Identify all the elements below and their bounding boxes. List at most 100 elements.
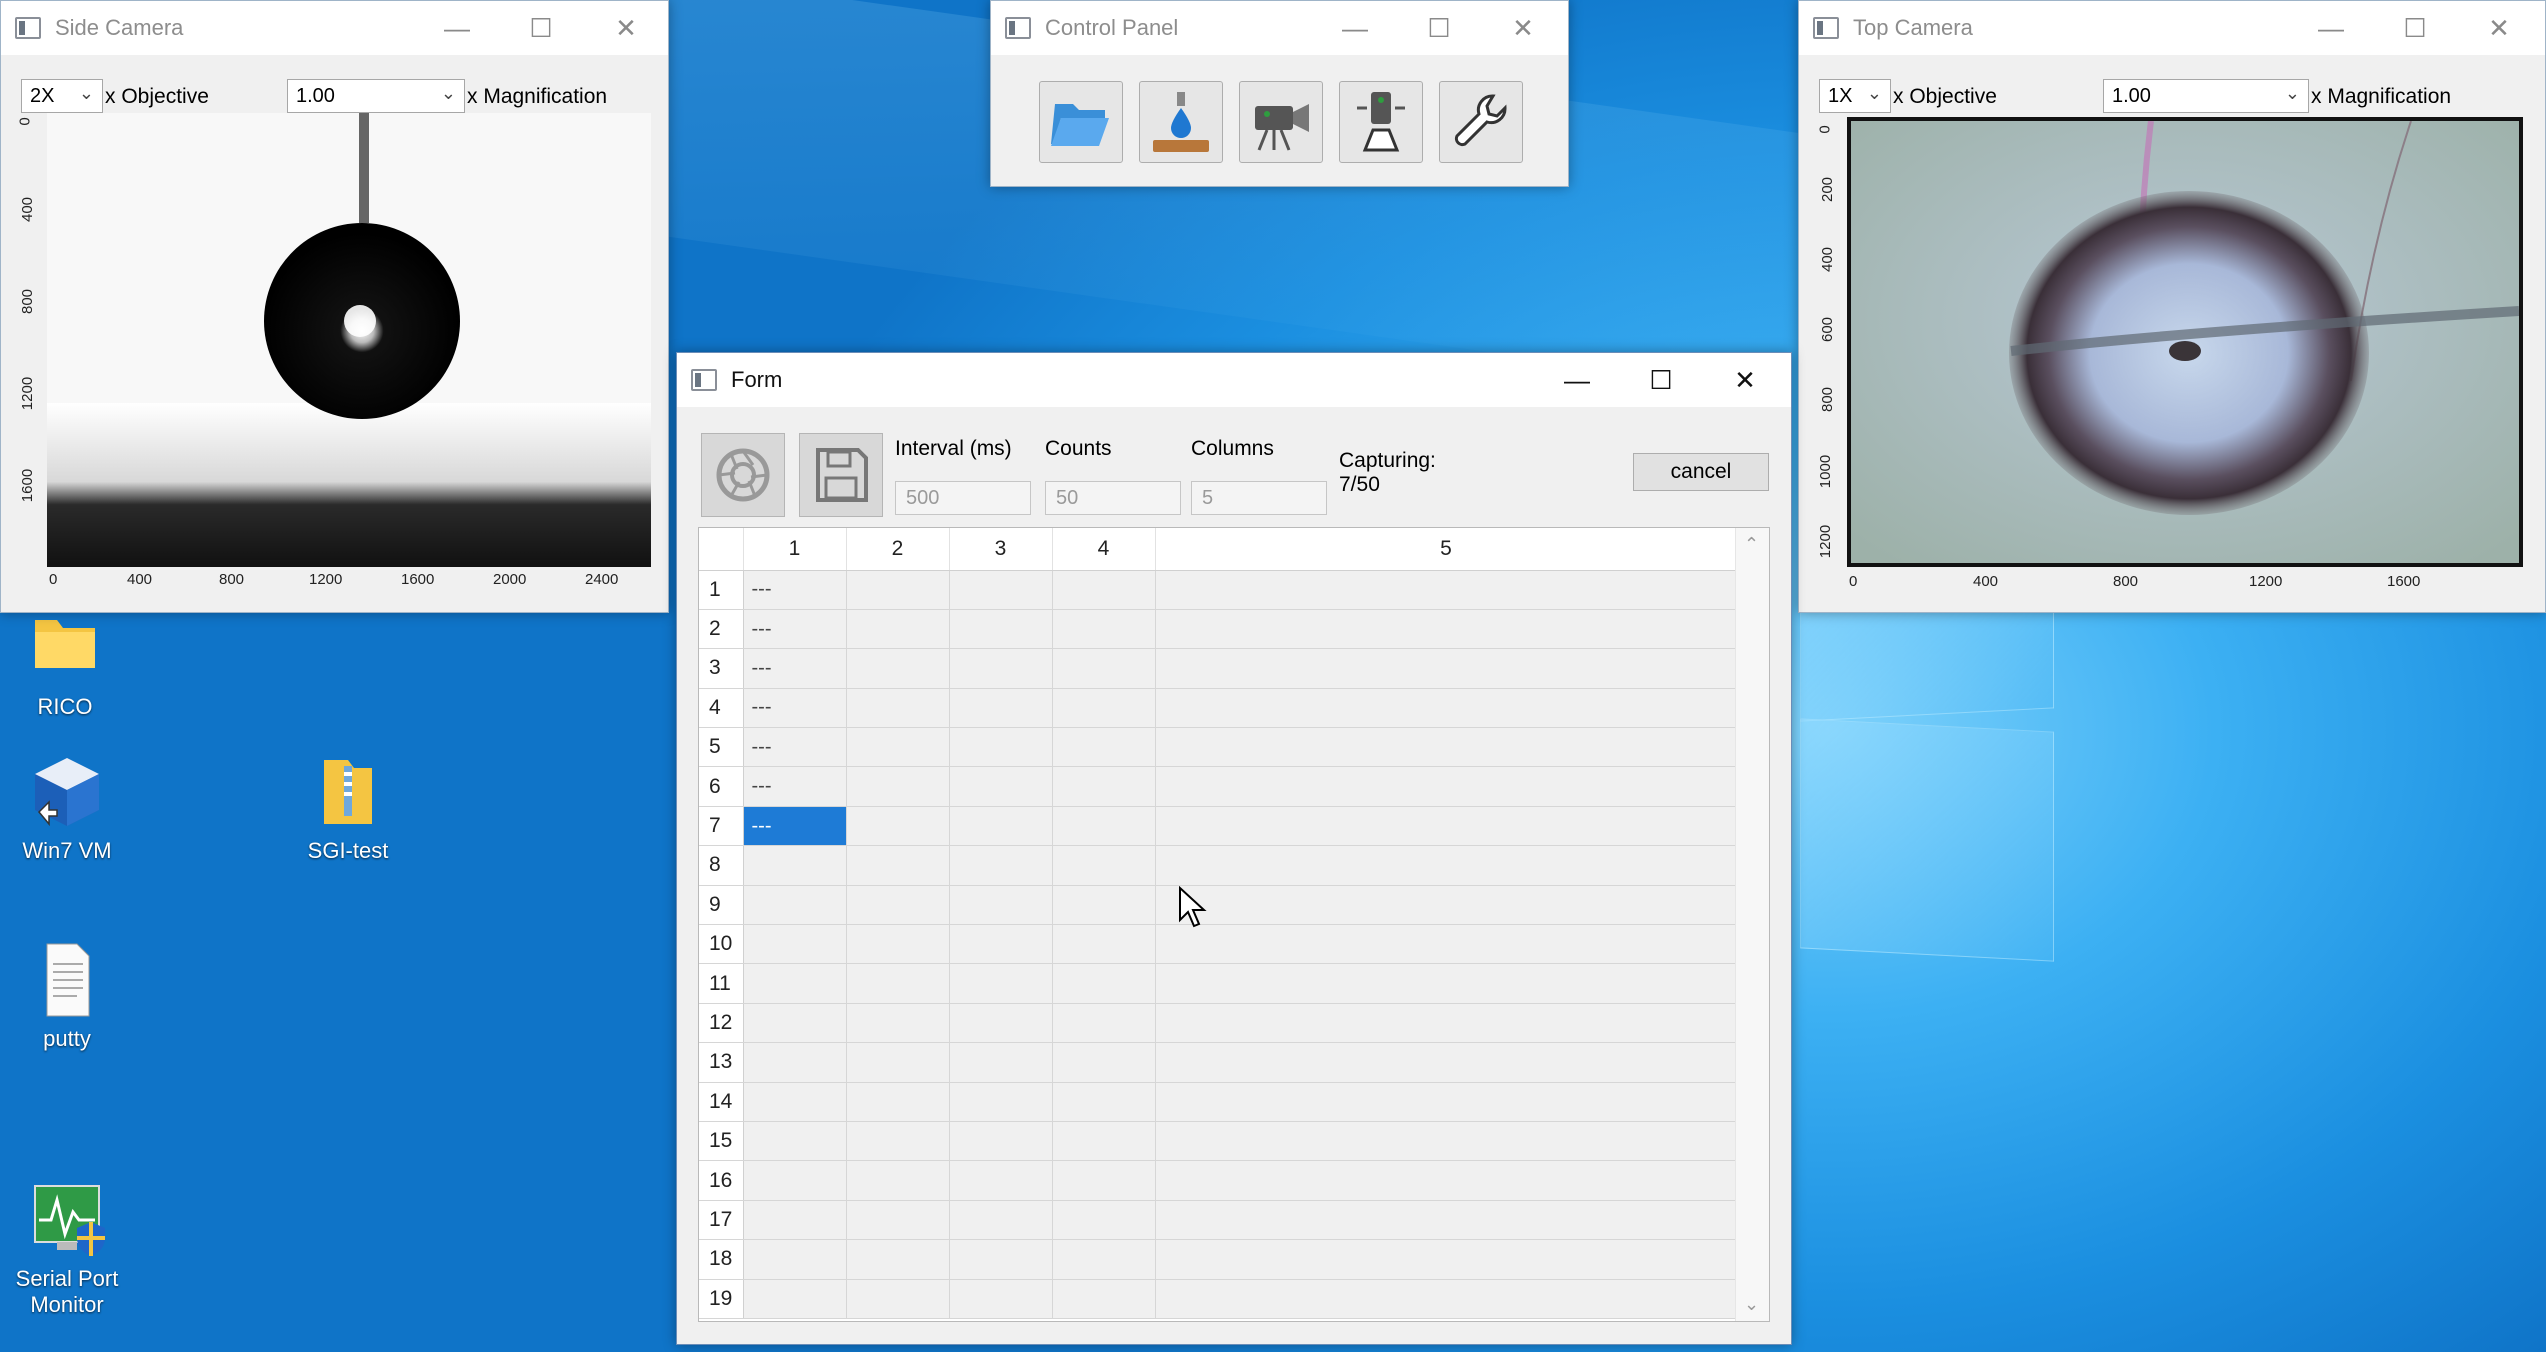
table-cell[interactable] — [1155, 1082, 1738, 1122]
table-cell[interactable] — [949, 1082, 1053, 1122]
table-row[interactable]: 17 — [699, 1200, 1738, 1241]
table-cell[interactable] — [1155, 1279, 1738, 1319]
table-cell[interactable] — [949, 885, 1053, 926]
table-cell[interactable] — [846, 1082, 950, 1122]
camera-stage-button[interactable] — [1339, 81, 1423, 163]
table-cell[interactable] — [846, 1160, 950, 1201]
table-cell[interactable] — [949, 963, 1053, 1004]
table-cell[interactable] — [1052, 1082, 1156, 1122]
row-header[interactable]: 10 — [699, 924, 744, 965]
column-header[interactable]: 3 — [949, 528, 1053, 571]
table-cell[interactable]: --- — [743, 806, 847, 847]
table-cell[interactable] — [846, 1003, 950, 1044]
table-cell[interactable] — [1155, 924, 1738, 965]
top-camera-image[interactable] — [1847, 117, 2523, 567]
table-row[interactable]: 10 — [699, 924, 1738, 965]
table-cell[interactable] — [949, 1121, 1053, 1162]
table-row[interactable]: 5 --- — [699, 727, 1738, 768]
table-row[interactable]: 4 --- — [699, 688, 1738, 729]
table-cell[interactable] — [846, 648, 950, 689]
table-row[interactable]: 7 --- — [699, 806, 1738, 847]
video-camera-button[interactable] — [1239, 81, 1323, 163]
objective-select[interactable]: 1X ⌄ — [1819, 79, 1891, 113]
close-icon[interactable]: ✕ — [1483, 1, 1563, 55]
close-icon[interactable]: ✕ — [586, 1, 666, 55]
table-row[interactable]: 18 — [699, 1239, 1738, 1280]
desktop-icon-sgi-test[interactable]: SGI-test — [283, 752, 413, 864]
counts-input[interactable]: 50 — [1045, 481, 1181, 515]
table-cell[interactable] — [1052, 1279, 1156, 1319]
table-cell[interactable] — [949, 1200, 1053, 1241]
table-cell[interactable] — [949, 924, 1053, 965]
magnification-select[interactable]: 1.00 ⌄ — [2103, 79, 2309, 113]
dispense-drop-button[interactable] — [1139, 81, 1223, 163]
top-camera-titlebar[interactable]: Top Camera — ☐ ✕ — [1799, 1, 2545, 55]
table-cell[interactable] — [1155, 1121, 1738, 1162]
table-cell[interactable] — [949, 1160, 1053, 1201]
row-header[interactable]: 9 — [699, 885, 744, 926]
column-header[interactable]: 4 — [1052, 528, 1156, 571]
table-row[interactable]: 13 — [699, 1042, 1738, 1083]
row-header[interactable]: 7 — [699, 806, 744, 847]
row-header[interactable]: 5 — [699, 727, 744, 768]
table-row[interactable]: 9 — [699, 885, 1738, 926]
table-cell[interactable] — [743, 1200, 847, 1241]
table-cell[interactable] — [846, 806, 950, 847]
row-header[interactable]: 17 — [699, 1200, 744, 1241]
table-cell[interactable] — [1052, 963, 1156, 1004]
table-cell[interactable] — [949, 845, 1053, 886]
table-row[interactable]: 12 — [699, 1003, 1738, 1044]
vertical-scrollbar[interactable]: ⌃ ⌄ — [1735, 528, 1769, 1321]
table-cell[interactable] — [1155, 1239, 1738, 1280]
magnification-select[interactable]: 1.00 ⌄ — [287, 79, 465, 113]
table-cell[interactable] — [1052, 1121, 1156, 1162]
table-cell[interactable] — [1155, 570, 1738, 610]
table-cell[interactable] — [1052, 727, 1156, 768]
row-header[interactable]: 12 — [699, 1003, 744, 1044]
row-header[interactable]: 8 — [699, 845, 744, 886]
row-header[interactable]: 13 — [699, 1042, 744, 1083]
row-header[interactable]: 4 — [699, 688, 744, 729]
table-cell[interactable] — [846, 609, 950, 650]
table-cell[interactable] — [743, 963, 847, 1004]
table-row[interactable]: 16 — [699, 1160, 1738, 1201]
table-row[interactable]: 1 --- — [699, 570, 1738, 610]
table-cell[interactable] — [949, 688, 1053, 729]
control-panel-titlebar[interactable]: Control Panel — ☐ ✕ — [991, 1, 1568, 55]
table-cell[interactable] — [1052, 609, 1156, 650]
table-row[interactable]: 6 --- — [699, 766, 1738, 807]
table-cell[interactable] — [1052, 1200, 1156, 1241]
desktop-icon-rico[interactable]: RICO — [0, 608, 130, 720]
row-header[interactable]: 11 — [699, 963, 744, 1004]
minimize-icon[interactable]: — — [1315, 1, 1395, 55]
row-header[interactable]: 18 — [699, 1239, 744, 1280]
table-cell[interactable] — [846, 1279, 950, 1319]
column-header[interactable]: 2 — [846, 528, 950, 571]
row-header[interactable]: 6 — [699, 766, 744, 807]
minimize-icon[interactable]: — — [417, 1, 497, 55]
table-cell[interactable] — [1155, 727, 1738, 768]
table-cell[interactable] — [1052, 845, 1156, 886]
table-cell[interactable] — [1155, 963, 1738, 1004]
close-icon[interactable]: ✕ — [2459, 1, 2539, 55]
table-row[interactable]: 19 — [699, 1279, 1738, 1319]
table-cell[interactable] — [846, 924, 950, 965]
table-cell[interactable] — [1052, 1042, 1156, 1083]
table-cell[interactable]: --- — [743, 648, 847, 689]
table-cell[interactable] — [1155, 806, 1738, 847]
table-cell[interactable] — [1155, 609, 1738, 650]
table-cell[interactable] — [1052, 1160, 1156, 1201]
table-row[interactable]: 2 --- — [699, 609, 1738, 650]
table-cell[interactable] — [846, 1121, 950, 1162]
row-header[interactable]: 14 — [699, 1082, 744, 1122]
columns-input[interactable]: 5 — [1191, 481, 1327, 515]
side-camera-image[interactable] — [47, 113, 651, 567]
capture-table[interactable]: 1 2 3 4 5 1 --- 2 --- 3 --- 4 --- 5 --- 6 --- 7 --- 8 9… — [698, 527, 1770, 1322]
scroll-up-icon[interactable]: ⌃ — [1744, 534, 1759, 555]
maximize-icon[interactable]: ☐ — [1399, 1, 1479, 55]
table-cell[interactable] — [846, 845, 950, 886]
table-cell[interactable] — [1155, 885, 1738, 926]
settings-wrench-button[interactable] — [1439, 81, 1523, 163]
table-cell[interactable] — [743, 1082, 847, 1122]
table-cell[interactable]: --- — [743, 609, 847, 650]
